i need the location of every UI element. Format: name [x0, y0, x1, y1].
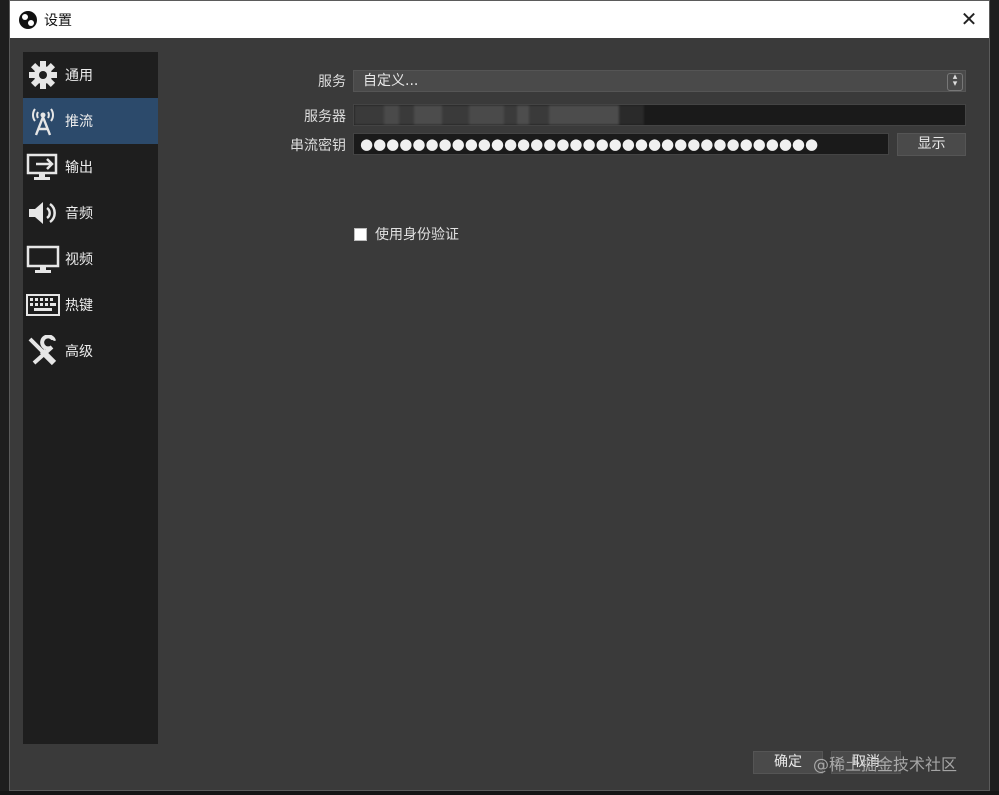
redacted-server-value	[354, 105, 644, 125]
gear-icon	[25, 59, 61, 91]
monitor-icon	[25, 243, 61, 275]
updown-arrow-icon: ▴ ▾	[947, 73, 963, 91]
sidebar-item-audio[interactable]: 音频	[23, 190, 158, 236]
settings-window: 设置 ✕ 通用 推流 输出 音频 视频 热键 高级 服务 自定义... ▴ ▾ …	[9, 0, 990, 791]
show-key-button[interactable]: 显示	[897, 133, 966, 156]
use-auth-row[interactable]: 使用身份验证	[354, 224, 459, 244]
sidebar-item-label: 通用	[65, 68, 93, 84]
title-bar: 设置 ✕	[10, 1, 989, 38]
sidebar-item-hotkeys[interactable]: 热键	[23, 282, 158, 328]
sidebar-item-video[interactable]: 视频	[23, 236, 158, 282]
desktop-background-right	[990, 0, 999, 795]
sidebar-item-general[interactable]: 通用	[23, 52, 158, 98]
close-icon: ✕	[960, 7, 978, 31]
keyboard-icon	[25, 289, 61, 321]
desktop-background-left	[0, 0, 9, 795]
server-input[interactable]	[353, 104, 966, 126]
sidebar-item-label: 热键	[65, 298, 93, 314]
service-combo[interactable]: 自定义... ▴ ▾	[353, 70, 966, 92]
sidebar-item-advanced[interactable]: 高级	[23, 328, 158, 374]
sidebar-item-label: 视频	[65, 252, 93, 268]
sidebar-item-stream[interactable]: 推流	[23, 98, 158, 144]
window-title: 设置	[44, 12, 72, 29]
sidebar-item-label: 音频	[65, 206, 93, 222]
use-auth-checkbox[interactable]	[354, 227, 367, 241]
watermark-text: @稀土掘金技术社区	[813, 755, 958, 774]
monitor-output-icon	[25, 151, 61, 183]
service-combo-value: 自定义...	[363, 73, 419, 89]
sidebar-item-label: 高级	[65, 344, 93, 360]
obs-app-icon	[19, 10, 37, 29]
service-label: 服务	[318, 74, 346, 90]
broadcast-antenna-icon	[25, 105, 61, 137]
close-button[interactable]: ✕	[959, 9, 979, 29]
stream-key-label: 串流密钥	[290, 138, 346, 154]
stream-key-input[interactable]: ●●●●●●●●●●●●●●●●●●●●●●●●●●●●●●●●●●●	[353, 133, 889, 155]
wrench-screwdriver-icon	[25, 335, 61, 367]
sidebar-item-output[interactable]: 输出	[23, 144, 158, 190]
sidebar-item-label: 推流	[65, 114, 93, 130]
sidebar-item-label: 输出	[65, 160, 93, 176]
desktop-background-bottom	[0, 791, 999, 795]
settings-sidebar: 通用 推流 输出 音频 视频 热键 高级	[23, 52, 158, 744]
speaker-icon	[25, 197, 61, 229]
server-label: 服务器	[304, 109, 346, 125]
use-auth-label: 使用身份验证	[375, 227, 459, 243]
